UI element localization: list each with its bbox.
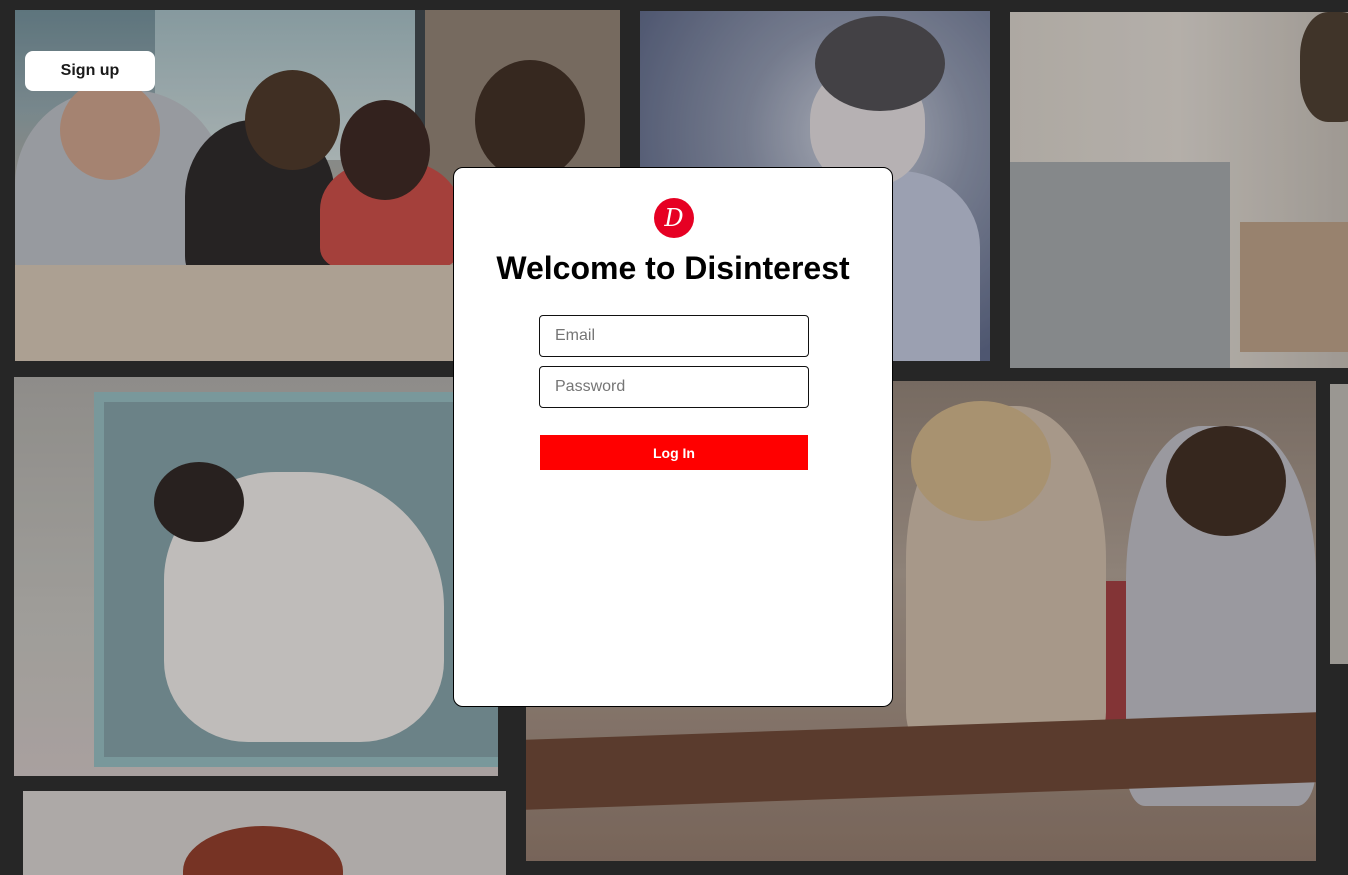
page-background: Sign up D Welcome to Disinterest Log In bbox=[0, 0, 1348, 875]
email-field[interactable] bbox=[539, 315, 809, 357]
sleeping-toddler-photo bbox=[14, 377, 498, 776]
signup-button[interactable]: Sign up bbox=[25, 51, 155, 91]
laptop-photo bbox=[1010, 12, 1348, 368]
red-haired-woman-photo bbox=[23, 791, 506, 875]
password-field[interactable] bbox=[539, 366, 809, 408]
logo-letter: D bbox=[663, 204, 683, 232]
disinterest-logo-icon: D bbox=[654, 198, 694, 238]
login-button[interactable]: Log In bbox=[540, 435, 808, 470]
page-title: Welcome to Disinterest bbox=[496, 250, 850, 286]
login-modal: D Welcome to Disinterest Log In bbox=[453, 167, 893, 707]
partial-photo bbox=[1330, 384, 1348, 664]
